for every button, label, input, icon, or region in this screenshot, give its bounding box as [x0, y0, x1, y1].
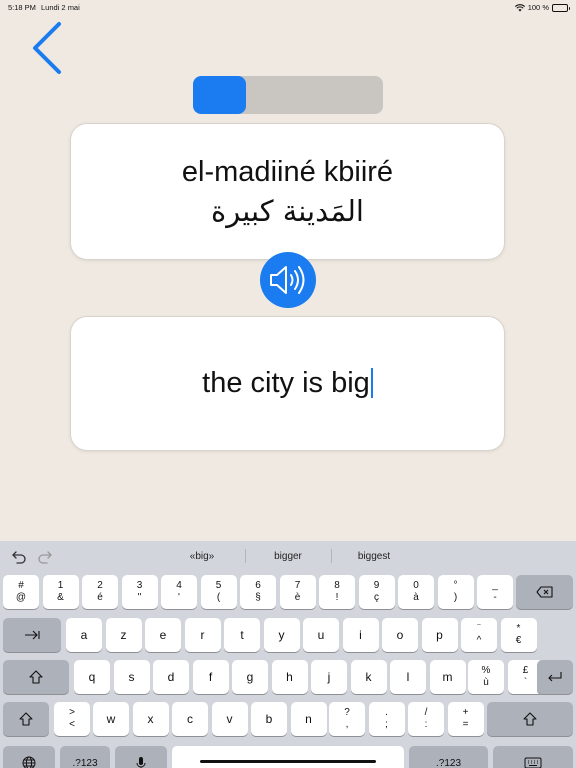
key-^[interactable]: ¨ ^ [461, 618, 497, 652]
key-u[interactable]: u [303, 618, 339, 652]
key-1[interactable]: 1 & [42, 575, 79, 609]
key-m[interactable]: m [429, 660, 466, 694]
numbers-key-right[interactable]: .?123 [409, 746, 488, 768]
key-9[interactable]: 9ç [358, 575, 395, 609]
keyboard-shortcut-bar: «big» bigger biggest [0, 541, 576, 572]
key-e[interactable]: e [145, 618, 181, 652]
key-4[interactable]: 4 ' [161, 575, 197, 609]
key-_[interactable]: _ - [477, 575, 513, 609]
undo-icon[interactable] [11, 549, 27, 565]
prompt-arabic: المَدينة كبيرة [211, 194, 364, 228]
key-x[interactable]: x [132, 702, 169, 736]
back-button[interactable] [26, 20, 66, 76]
key-7[interactable]: 7è [279, 575, 316, 609]
return-icon [548, 672, 562, 682]
redo-icon[interactable] [37, 549, 53, 565]
keyboard-dismiss-icon [524, 757, 542, 768]
key-q[interactable]: q [74, 660, 110, 694]
status-bar: 5:18 PM Lundi 2 mai 100 % [0, 0, 576, 14]
key-i[interactable]: i [342, 618, 379, 652]
key-less-greater[interactable]: > < [54, 702, 90, 736]
key-y[interactable]: y [263, 618, 300, 652]
shift-key-right[interactable] [487, 702, 573, 736]
key-€[interactable]: * € [500, 618, 537, 652]
return-key[interactable] [537, 660, 573, 694]
answer-text-line: the city is big [71, 367, 504, 400]
globe-icon [22, 756, 36, 768]
delete-key[interactable] [516, 575, 573, 609]
shift-icon [523, 712, 537, 726]
suggestion-2[interactable]: bigger [243, 551, 333, 562]
key-n[interactable]: n [290, 702, 327, 736]
key-a[interactable]: a [66, 618, 102, 652]
answer-field[interactable]: the city is big [71, 317, 504, 450]
key-#[interactable]: # @ [3, 575, 39, 609]
key-=[interactable]: + = [447, 702, 484, 736]
key-2[interactable]: 2é [82, 575, 118, 609]
key-z[interactable]: z [105, 618, 142, 652]
battery-percent: 100 % [527, 3, 549, 12]
delete-icon [535, 586, 553, 598]
globe-key[interactable] [3, 746, 55, 768]
text-caret [370, 368, 373, 398]
key-8[interactable]: 8! [319, 575, 355, 609]
key-t[interactable]: t [224, 618, 260, 652]
speaker-icon [270, 266, 305, 294]
key-3[interactable]: 3 " [121, 575, 158, 609]
lesson-progress-fill [193, 76, 247, 114]
key-b[interactable]: b [251, 702, 287, 736]
key-,[interactable]: ?, [329, 702, 365, 736]
status-right: 100 % [514, 3, 570, 12]
key-v[interactable]: v [211, 702, 248, 736]
key-p[interactable]: p [421, 618, 458, 652]
key-ù[interactable]: % ù [468, 660, 504, 694]
key-l[interactable]: l [390, 660, 426, 694]
key-6[interactable]: 6 § [240, 575, 276, 609]
key-o[interactable]: o [382, 618, 418, 652]
prompt-transliteration: el-madiiné kbiiré [181, 156, 394, 188]
suggestion-3[interactable]: biggest [329, 551, 419, 562]
tab-icon [25, 630, 40, 640]
status-time: 5:18 PM [8, 3, 36, 12]
shift-icon [29, 670, 43, 684]
home-indicator [200, 760, 376, 763]
space-bar[interactable] [172, 746, 404, 768]
key-h[interactable]: h [271, 660, 308, 694]
key-:[interactable]: /: [408, 702, 444, 736]
key-w[interactable]: w [93, 702, 129, 736]
answer-input-value[interactable]: the city is big [202, 367, 370, 399]
key-5[interactable]: 5( [200, 575, 237, 609]
wifi-icon [514, 3, 525, 11]
shift-key-left-2[interactable] [3, 702, 49, 736]
lesson-progress-bar [193, 76, 383, 114]
microphone-icon [136, 757, 146, 768]
dismiss-keyboard-key[interactable] [493, 746, 573, 768]
play-audio-button[interactable] [260, 252, 316, 308]
status-date: Lundi 2 mai [41, 3, 80, 12]
battery-icon [552, 3, 570, 12]
dictation-key[interactable] [115, 746, 167, 768]
on-screen-keyboard: «big» bigger biggest # @1 & 2 é 3 " 4 ' 5(6 § 7 è 8! 9… [0, 541, 576, 768]
key-0[interactable]: 0à [398, 575, 434, 609]
key-°[interactable]: °) [437, 575, 474, 609]
prompt-card: el-madiiné kbiiré المَدينة كبيرة [71, 124, 504, 259]
key-d[interactable]: d [153, 660, 189, 694]
suggestion-1[interactable]: «big» [157, 551, 247, 562]
key-j[interactable]: j [311, 660, 347, 694]
tab-key[interactable] [3, 618, 61, 652]
shift-icon [19, 712, 33, 726]
key-f[interactable]: f [192, 660, 229, 694]
chevron-left-icon [33, 22, 61, 74]
key-;[interactable]: .; [368, 702, 405, 736]
shift-key-left[interactable] [3, 660, 69, 694]
key-k[interactable]: k [350, 660, 387, 694]
numbers-key-left[interactable]: .?123 [60, 746, 110, 768]
key-c[interactable]: c [172, 702, 208, 736]
key-s[interactable]: s [113, 660, 150, 694]
key-g[interactable]: g [232, 660, 268, 694]
key-r[interactable]: r [184, 618, 221, 652]
